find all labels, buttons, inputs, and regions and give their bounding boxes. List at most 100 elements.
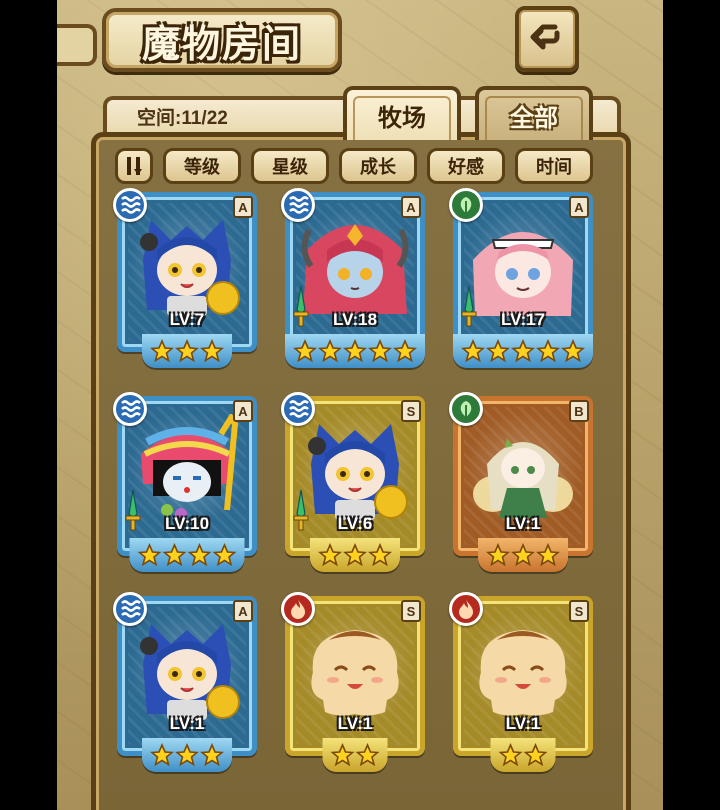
star-icon bbox=[293, 339, 317, 363]
space-capacity-label: 空间:11/22 bbox=[137, 108, 228, 129]
star-icon bbox=[486, 543, 510, 567]
star-icon bbox=[200, 743, 224, 767]
leaf-icon bbox=[449, 188, 483, 222]
water-icon bbox=[281, 188, 315, 222]
star-icon bbox=[511, 339, 535, 363]
star-icon bbox=[486, 339, 510, 363]
monster-portrait bbox=[299, 414, 411, 526]
page-title: 魔物房间 bbox=[141, 20, 302, 66]
rank-badge: A bbox=[233, 600, 253, 622]
monster-portrait bbox=[131, 210, 243, 322]
sort-toggle-icon bbox=[127, 157, 142, 175]
rank-badge: S bbox=[569, 600, 589, 622]
monster-card[interactable]: S LV:1 bbox=[281, 592, 425, 784]
monster-level: LV:1 bbox=[337, 714, 373, 733]
monster-level: LV:7 bbox=[169, 310, 205, 329]
monster-portrait bbox=[467, 414, 579, 526]
star-icon bbox=[498, 743, 523, 767]
monster-portrait bbox=[131, 614, 243, 726]
star-icon bbox=[561, 339, 585, 363]
monster-card[interactable]: S LV:6 bbox=[281, 392, 425, 584]
back-button[interactable] bbox=[515, 6, 579, 72]
monster-level: LV:1 bbox=[169, 714, 205, 733]
monster-card[interactable]: A LV:17 bbox=[449, 188, 593, 380]
filter-level-button[interactable]: 等级 bbox=[163, 148, 241, 184]
monster-grid: A LV:7 A LV:18 A LV:17 A LV:10 S LV:6 B … bbox=[113, 188, 607, 792]
star-icon bbox=[523, 743, 548, 767]
fire-icon bbox=[449, 592, 483, 626]
water-icon bbox=[113, 188, 147, 222]
star-icon bbox=[393, 339, 417, 363]
star-icon bbox=[536, 543, 560, 567]
star-icon bbox=[368, 543, 392, 567]
star-rating bbox=[453, 334, 593, 368]
rank-badge: S bbox=[401, 600, 421, 622]
water-icon bbox=[113, 392, 147, 426]
star-rating bbox=[142, 738, 232, 772]
star-rating bbox=[285, 334, 425, 368]
rank-badge: B bbox=[569, 400, 589, 422]
game-screen: 魔物房间 空间:11/22 牧场 全部 等级 星级 成长 好感 时间 A LV:… bbox=[57, 0, 663, 810]
monster-card[interactable]: B LV:1 bbox=[449, 392, 593, 584]
star-icon bbox=[150, 339, 174, 363]
monster-portrait bbox=[131, 412, 243, 526]
monster-level: LV:17 bbox=[500, 310, 546, 329]
star-icon bbox=[200, 339, 224, 363]
title-plate: 魔物房间 bbox=[102, 8, 342, 72]
sort-order-button[interactable] bbox=[115, 148, 153, 184]
monster-card[interactable]: S LV:1 bbox=[449, 592, 593, 784]
star-icon bbox=[187, 543, 212, 567]
monster-card[interactable]: A LV:1 bbox=[113, 592, 257, 784]
rank-badge: S bbox=[401, 400, 421, 422]
filter-star-button[interactable]: 星级 bbox=[251, 148, 329, 184]
leaf-icon bbox=[449, 392, 483, 426]
star-icon bbox=[343, 339, 367, 363]
tab-ranch[interactable]: 牧场 bbox=[343, 86, 461, 140]
back-arrow-icon bbox=[530, 24, 560, 50]
star-rating bbox=[490, 738, 556, 772]
star-icon bbox=[511, 543, 535, 567]
water-icon bbox=[113, 592, 147, 626]
star-icon bbox=[343, 543, 367, 567]
monster-portrait bbox=[467, 614, 579, 726]
title-plate-stub bbox=[57, 24, 97, 66]
monster-level: LV:18 bbox=[332, 310, 378, 329]
star-icon bbox=[175, 743, 199, 767]
star-rating bbox=[142, 334, 232, 368]
fire-icon bbox=[281, 592, 315, 626]
star-icon bbox=[330, 743, 355, 767]
filter-time-button[interactable]: 时间 bbox=[515, 148, 593, 184]
star-rating bbox=[129, 538, 245, 572]
star-icon bbox=[355, 743, 380, 767]
filter-growth-button[interactable]: 成长 bbox=[339, 148, 417, 184]
star-icon bbox=[536, 339, 560, 363]
star-icon bbox=[461, 339, 485, 363]
monster-level: LV:10 bbox=[164, 514, 210, 533]
star-icon bbox=[162, 543, 187, 567]
star-icon bbox=[318, 543, 342, 567]
star-icon bbox=[368, 339, 392, 363]
star-icon bbox=[150, 743, 174, 767]
star-rating bbox=[322, 738, 388, 772]
monster-portrait bbox=[299, 210, 411, 322]
tab-all-label: 全部 bbox=[510, 102, 558, 132]
filter-bar: 等级 星级 成长 好感 时间 bbox=[115, 148, 593, 184]
monster-portrait bbox=[467, 210, 579, 322]
star-icon bbox=[318, 339, 342, 363]
monster-level: LV:6 bbox=[337, 514, 373, 533]
monster-card[interactable]: A LV:18 bbox=[281, 188, 425, 380]
monster-portrait bbox=[299, 614, 411, 726]
rank-badge: A bbox=[401, 196, 421, 218]
monster-card[interactable]: A LV:10 bbox=[113, 392, 257, 584]
star-icon bbox=[137, 543, 162, 567]
star-rating bbox=[478, 538, 568, 572]
rank-badge: A bbox=[233, 196, 253, 218]
star-rating bbox=[310, 538, 400, 572]
rank-badge: A bbox=[233, 400, 253, 422]
tab-all[interactable]: 全部 bbox=[475, 86, 593, 140]
star-icon bbox=[175, 339, 199, 363]
rank-badge: A bbox=[569, 196, 589, 218]
water-icon bbox=[281, 392, 315, 426]
monster-card[interactable]: A LV:7 bbox=[113, 188, 257, 380]
filter-affinity-button[interactable]: 好感 bbox=[427, 148, 505, 184]
